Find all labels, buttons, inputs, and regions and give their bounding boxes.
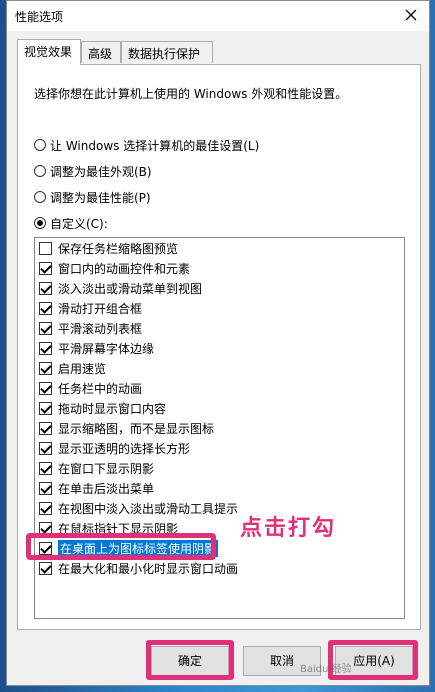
checkbox[interactable]: [39, 561, 52, 575]
item-label: 在单击后淡出菜单: [58, 481, 155, 496]
annotation-text: 点击打勾: [240, 516, 337, 541]
item-label: 滑动打开组合框: [58, 301, 143, 316]
item-label: 保存任务栏缩略图预览: [58, 241, 179, 256]
item-label: 显示缩略图，而不是显示图标: [58, 421, 215, 436]
item-label: 任务栏中的动画: [58, 381, 143, 396]
list-item[interactable]: 任务栏中的动画: [39, 379, 142, 397]
list-item[interactable]: 显示缩略图，而不是显示图标: [39, 419, 214, 437]
radio-button[interactable]: [34, 217, 46, 229]
item-label: 在视图中淡入淡出或滑动工具提示: [58, 501, 239, 516]
title-bar: 性能选项: [7, 1, 429, 31]
checkbox[interactable]: [39, 481, 52, 495]
close-icon[interactable]: [401, 5, 421, 25]
list-item[interactable]: 平滑滚动列表框: [39, 319, 142, 337]
item-label: 淡入淡出或滑动菜单到视图: [58, 281, 203, 296]
effects-list[interactable]: 保存任务栏缩略图预览 窗口内的动画控件和元素 淡入淡出或滑动菜单到视图 滑动打开…: [34, 237, 405, 619]
item-label: 平滑滚动列表框: [58, 321, 143, 336]
radio-best-performance[interactable]: 调整为最佳性能(P): [34, 188, 151, 206]
checkbox[interactable]: [39, 381, 52, 395]
checkbox[interactable]: [39, 321, 52, 335]
checkbox[interactable]: [39, 421, 52, 435]
checkbox[interactable]: [39, 261, 52, 275]
radio-button[interactable]: [34, 191, 46, 203]
item-label: 在窗口下显示阴影: [58, 461, 155, 476]
list-item[interactable]: 在单击后淡出菜单: [39, 479, 154, 497]
list-item[interactable]: 启用速览: [39, 359, 106, 377]
item-label: 窗口内的动画控件和元素: [58, 261, 191, 276]
list-item[interactable]: 滑动打开组合框: [39, 299, 142, 317]
item-label: 拖动时显示窗口内容: [58, 401, 167, 416]
checkbox[interactable]: [39, 361, 52, 375]
list-item[interactable]: 平滑屏幕字体边缘: [39, 339, 154, 357]
checkbox[interactable]: [39, 501, 52, 515]
list-item[interactable]: 窗口内的动画控件和元素: [39, 259, 190, 277]
list-item[interactable]: 在视图中淡入淡出或滑动工具提示: [39, 499, 238, 517]
checkbox[interactable]: [39, 241, 52, 255]
radio-custom[interactable]: 自定义(C):: [34, 214, 108, 232]
tab-advanced[interactable]: 高级: [81, 41, 121, 63]
radio-label: 调整为最佳外观(B): [50, 164, 152, 179]
radio-label: 让 Windows 选择计算机的最佳设置(L): [50, 138, 260, 153]
list-item[interactable]: 显示亚透明的选择长方形: [39, 439, 190, 457]
list-item[interactable]: 在最大化和最小化时显示窗口动画: [39, 559, 238, 577]
radio-let-windows-choose[interactable]: 让 Windows 选择计算机的最佳设置(L): [34, 136, 259, 154]
checkbox[interactable]: [39, 341, 52, 355]
item-label: 启用速览: [58, 361, 107, 376]
list-item[interactable]: 拖动时显示窗口内容: [39, 399, 166, 417]
radio-button[interactable]: [34, 165, 46, 177]
radio-label: 调整为最佳性能(P): [50, 190, 151, 205]
list-item[interactable]: 在窗口下显示阴影: [39, 459, 154, 477]
checkbox[interactable]: [39, 401, 52, 415]
performance-options-dialog: 性能选项 视觉效果 高级 数据执行保护 选择你想在此计算机上使用的 Window…: [6, 0, 430, 686]
item-label: 平滑屏幕字体边缘: [58, 341, 155, 356]
highlight-box-ok: [146, 640, 234, 680]
window-title: 性能选项: [15, 10, 64, 24]
checkbox[interactable]: [39, 301, 52, 315]
tab-dep[interactable]: 数据执行保护: [121, 41, 213, 63]
list-item[interactable]: 淡入淡出或滑动菜单到视图: [39, 279, 202, 297]
list-item[interactable]: 保存任务栏缩略图预览: [39, 239, 178, 257]
highlight-box-item: [26, 533, 216, 560]
item-label: 显示亚透明的选择长方形: [58, 441, 191, 456]
radio-best-appearance[interactable]: 调整为最佳外观(B): [34, 162, 152, 180]
description: 选择你想在此计算机上使用的 Windows 外观和性能设置。: [34, 87, 348, 101]
tab-visual-effects[interactable]: 视觉效果: [17, 39, 81, 65]
checkbox[interactable]: [39, 461, 52, 475]
checkbox[interactable]: [39, 281, 52, 295]
radio-button[interactable]: [34, 139, 46, 151]
radio-label: 自定义(C):: [50, 216, 108, 231]
item-label: 在最大化和最小化时显示窗口动画: [58, 561, 239, 576]
checkbox[interactable]: [39, 441, 52, 455]
watermark: Baidu 经验: [300, 664, 352, 675]
